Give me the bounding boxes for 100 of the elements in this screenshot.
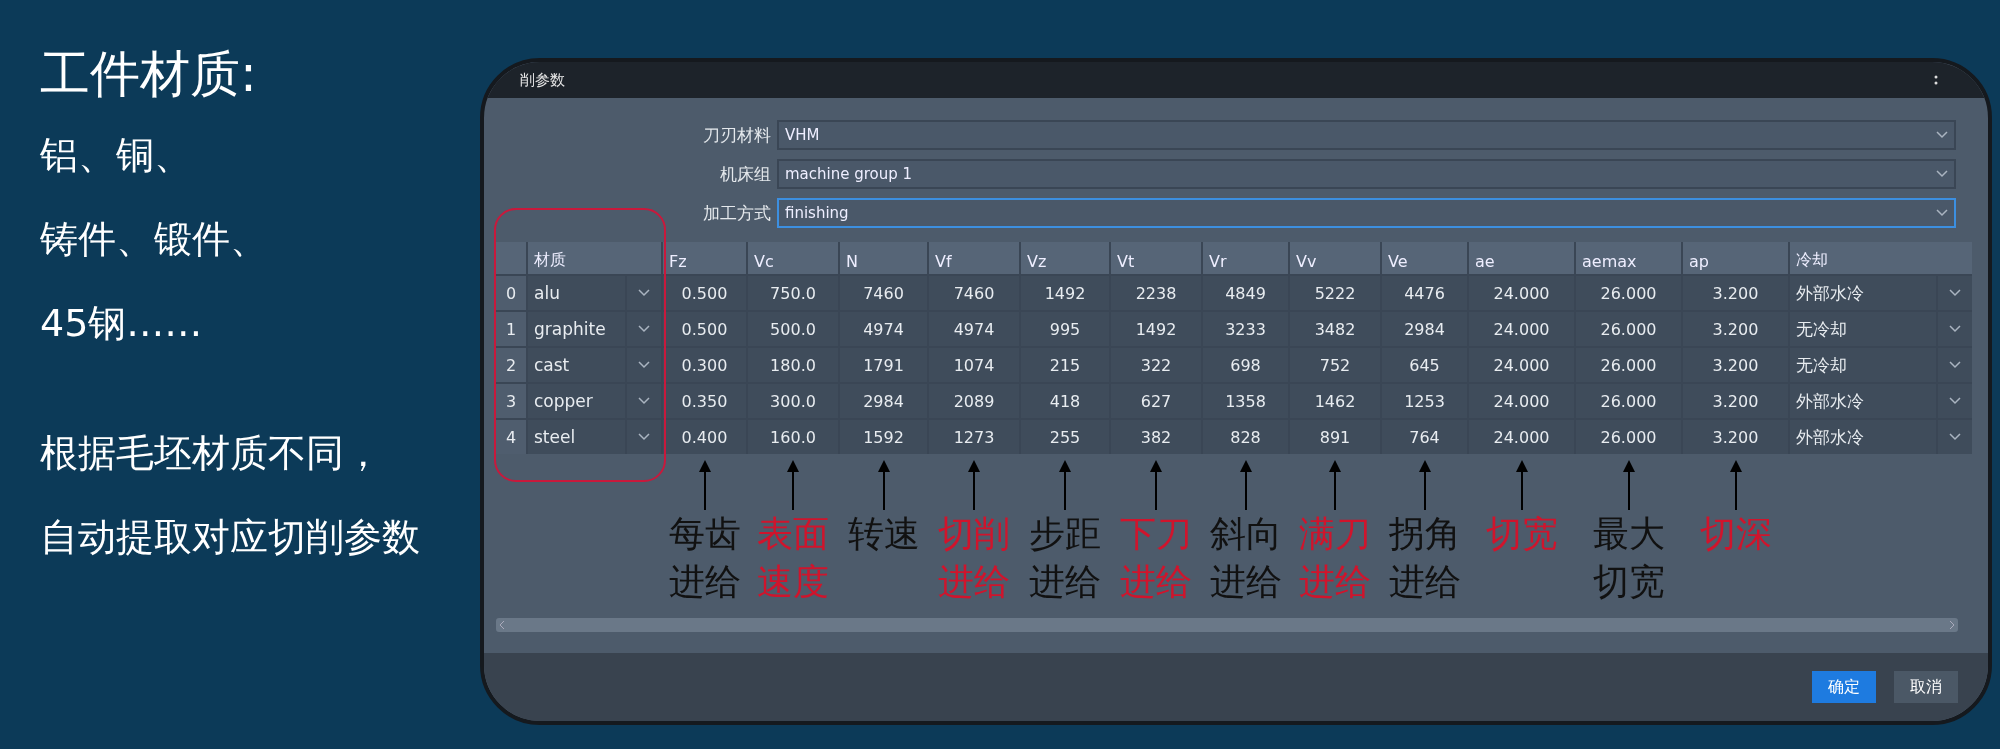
table-cell: 7460 (929, 276, 1019, 310)
chevron-down-icon (1949, 433, 1961, 441)
arrow-up-icon (1515, 460, 1528, 510)
table-cell: 3.200 (1683, 420, 1788, 454)
table-cell: 24.000 (1469, 420, 1574, 454)
column-header: ap (1683, 242, 1788, 274)
column-header: Vc (748, 242, 838, 274)
material-dropdown[interactable]: graphite (528, 312, 661, 346)
column-header (496, 242, 526, 274)
column-header: Vv (1290, 242, 1380, 274)
select-field[interactable]: machine group 1 (777, 159, 1956, 189)
table-cell: 3.200 (1683, 312, 1788, 346)
field-label: 刀刃材料 (702, 123, 772, 147)
cooling-dropdown[interactable]: 外部水冷 (1790, 420, 1972, 454)
table-cell: 4476 (1382, 276, 1467, 310)
table-cell: 4974 (840, 312, 927, 346)
table-cell: 0.300 (663, 348, 746, 382)
chevron-right-icon[interactable] (1949, 620, 1955, 630)
chevron-down-icon (638, 397, 650, 405)
annotation-label: 表面 速度 (757, 512, 829, 604)
table-cell: 24.000 (1469, 276, 1574, 310)
annotation-label: 每齿 进给 (668, 512, 741, 604)
material-line: 45钢…… (40, 300, 204, 347)
chevron-down-icon (1949, 361, 1961, 369)
table-cell: 752 (1290, 348, 1380, 382)
table-cell: 1492 (1021, 276, 1109, 310)
cancel-button[interactable]: 取消 (1894, 671, 1958, 703)
arrow-up-icon (1239, 460, 1252, 510)
chevron-down-icon (638, 433, 650, 441)
table-cell: 2984 (1382, 312, 1467, 346)
table-cell: 255 (1021, 420, 1109, 454)
table-cell: 1074 (929, 348, 1019, 382)
cooling-dropdown[interactable]: 外部水冷 (1790, 276, 1972, 310)
column-header: N (840, 242, 927, 274)
menu-icon[interactable] (1934, 75, 1938, 85)
chevron-down-icon (638, 325, 650, 333)
scrollbar[interactable] (496, 618, 1958, 632)
select-field[interactable]: VHM (777, 120, 1956, 150)
table-cell: 3.200 (1683, 384, 1788, 418)
table-cell: 26.000 (1576, 420, 1681, 454)
table-cell: 1253 (1382, 384, 1467, 418)
table-cell: 24.000 (1469, 348, 1574, 382)
annotation-label: 满刀 进给 (1299, 512, 1371, 604)
cooling-dropdown[interactable]: 无冷却 (1790, 312, 1972, 346)
annotation-label: 转速 (847, 512, 920, 556)
field-label: 机床组 (719, 162, 772, 186)
table-cell: 0.500 (663, 312, 746, 346)
chevron-down-icon (1949, 289, 1961, 297)
table-cell: 627 (1111, 384, 1201, 418)
table-cell: 2984 (840, 384, 927, 418)
table-cell: 828 (1203, 420, 1288, 454)
field-label: 加工方式 (702, 201, 772, 225)
table-cell: 26.000 (1576, 348, 1681, 382)
arrow-up-icon (1729, 460, 1742, 510)
chevron-down-icon (1936, 170, 1948, 178)
table-cell: 2238 (1111, 276, 1201, 310)
select-field[interactable]: finishing (777, 198, 1956, 228)
material-dropdown[interactable]: copper (528, 384, 661, 418)
annotation-label: 步距 进给 (1029, 512, 1101, 604)
chevron-left-icon[interactable] (499, 620, 505, 630)
table-cell: 26.000 (1576, 384, 1681, 418)
cooling-dropdown[interactable]: 无冷却 (1790, 348, 1972, 382)
note-line: 根据毛坯材质不同， (40, 430, 383, 477)
column-header: Fz (663, 242, 746, 274)
material-line: 铸件、锻件、 (40, 216, 269, 263)
table-cell: 24.000 (1469, 312, 1574, 346)
table-cell: 26.000 (1576, 312, 1681, 346)
row-number: 2 (496, 348, 526, 382)
arrow-up-icon (1059, 460, 1071, 510)
table-cell: 1273 (929, 420, 1019, 454)
table-cell: 418 (1021, 384, 1109, 418)
arrow-up-icon (877, 460, 890, 510)
cooling-dropdown[interactable]: 外部水冷 (1790, 384, 1972, 418)
arrow-up-icon (1150, 460, 1162, 510)
table-cell: 764 (1382, 420, 1467, 454)
ok-button[interactable]: 确定 (1812, 671, 1876, 703)
table-cell: 645 (1382, 348, 1467, 382)
table-cell: 4974 (929, 312, 1019, 346)
chevron-down-icon (638, 289, 650, 297)
table-cell: 2089 (929, 384, 1019, 418)
table-cell: 1462 (1290, 384, 1380, 418)
table-cell: 1492 (1111, 312, 1201, 346)
row-number: 4 (496, 420, 526, 454)
row-number: 1 (496, 312, 526, 346)
material-dropdown[interactable]: cast (528, 348, 661, 382)
annotation-label: 切削 进给 (938, 512, 1010, 604)
material-dropdown[interactable]: steel (528, 420, 661, 454)
table-cell: 382 (1111, 420, 1201, 454)
table-cell: 160.0 (748, 420, 838, 454)
table-cell: 322 (1111, 348, 1201, 382)
annotation-label: 最大 切宽 (1592, 512, 1665, 604)
row-number: 0 (496, 276, 526, 310)
material-line: 铝、铜、 (40, 132, 193, 179)
chevron-down-icon (1936, 209, 1948, 217)
table-cell: 24.000 (1469, 384, 1574, 418)
annotation-label: 切深 (1699, 512, 1772, 556)
window-title: 削参数 (520, 70, 565, 90)
column-header: Ve (1382, 242, 1467, 274)
material-dropdown[interactable]: alu (528, 276, 661, 310)
table-cell: 0.500 (663, 276, 746, 310)
